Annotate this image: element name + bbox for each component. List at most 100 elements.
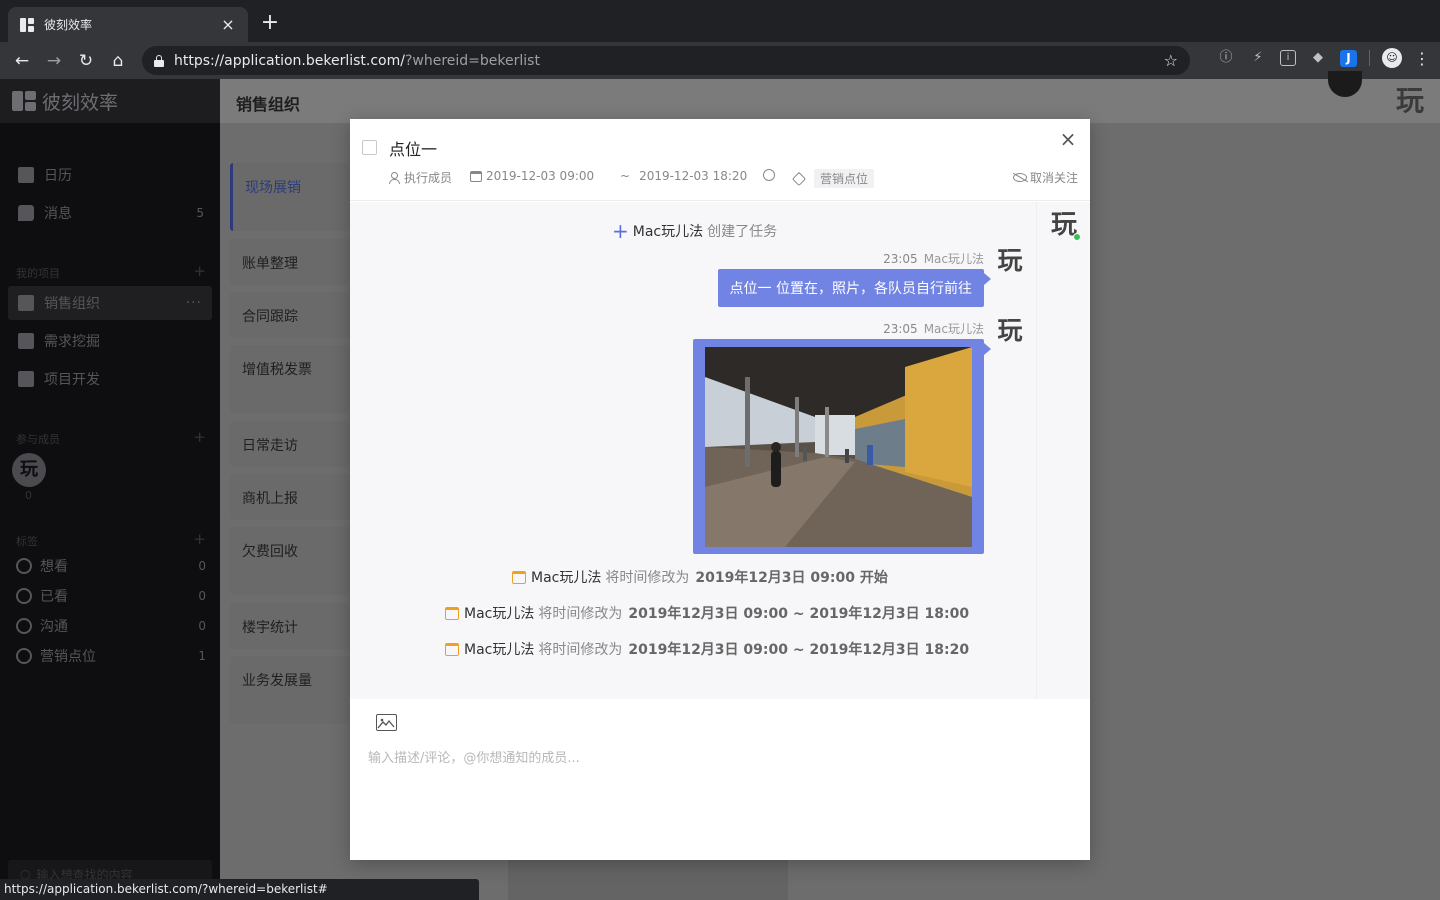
- tag-badge: 营销点位: [814, 169, 875, 188]
- group-card[interactable]: 业务发展量: [230, 656, 360, 724]
- task-header: 点位一 × 执行成员 2019-12-03 09:00 ~ 2019-12-03…: [350, 119, 1090, 201]
- j-extension-icon[interactable]: J: [1340, 49, 1357, 67]
- address-bar[interactable]: https://application.bekerlist.com/?where…: [142, 46, 1190, 75]
- bookmark-star-icon[interactable]: ☆: [1164, 51, 1178, 70]
- tag-item[interactable]: 沟通 0: [16, 613, 206, 639]
- home-icon[interactable]: ⌂: [102, 45, 134, 77]
- message-meta: 23:05 Mac玩儿法: [883, 322, 984, 336]
- message-bubble: 点位一 位置在，照片，各队员自行前往: [717, 269, 992, 307]
- reminder-button[interactable]: [763, 169, 775, 181]
- calendar-icon: [18, 167, 34, 183]
- menu-icon[interactable]: ⋮: [1414, 49, 1430, 68]
- tag-field[interactable]: 营销点位: [791, 169, 875, 188]
- sidebar-item-label: 项目开发: [44, 372, 100, 388]
- message-avatar[interactable]: 玩: [993, 314, 1027, 348]
- tag-circle-icon: [16, 558, 32, 574]
- member-count: 0: [25, 489, 32, 502]
- group-card[interactable]: 合同跟踪: [230, 292, 360, 338]
- new-tab-button[interactable]: +: [258, 11, 282, 35]
- projects-section-label: 我的项目 +: [16, 262, 206, 280]
- add-tag-button[interactable]: +: [193, 530, 206, 548]
- assignee-field[interactable]: 执行成员: [389, 169, 452, 186]
- group-card[interactable]: 商机上报: [230, 474, 360, 520]
- group-card[interactable]: 增值税发票: [230, 345, 360, 413]
- logo-text: 彼刻效率: [42, 91, 119, 114]
- profile-icon[interactable]: ☺: [1382, 48, 1402, 68]
- project-icon: [18, 371, 34, 387]
- sidebar-item-label: 日历: [44, 168, 72, 184]
- extension-icon[interactable]: i: [1280, 50, 1296, 66]
- tags-section-label: 标签 +: [16, 530, 206, 548]
- add-project-button[interactable]: +: [193, 262, 206, 280]
- sidebar-item-demand-mining[interactable]: 需求挖掘: [8, 324, 212, 358]
- tag-count: 0: [198, 559, 206, 573]
- group-card[interactable]: 现场展销: [230, 163, 360, 231]
- member-avatar[interactable]: 玩: [12, 453, 46, 487]
- tag-icon: [791, 171, 807, 186]
- task-detail-modal: 点位一 × 执行成员 2019-12-03 09:00 ~ 2019-12-03…: [350, 119, 1090, 860]
- image-message[interactable]: [693, 339, 991, 554]
- close-icon[interactable]: ×: [1058, 129, 1078, 149]
- url-text[interactable]: https://application.bekerlist.com/?where…: [174, 53, 1164, 69]
- header-avatar[interactable]: 玩: [1392, 83, 1428, 119]
- tag-label: 营销点位: [40, 649, 96, 665]
- walkway-photo[interactable]: [705, 347, 972, 547]
- sidebar-item-messages[interactable]: 日历 消息 5: [8, 196, 212, 230]
- browser-toolbar: ← → ↻ ⌂ https://application.bekerlist.co…: [0, 42, 1440, 79]
- header-avatar-dark[interactable]: [1328, 71, 1362, 97]
- tag-count: 1: [198, 649, 206, 663]
- sidebar-item-sales-org[interactable]: 销售组织 ···: [8, 286, 212, 320]
- tag-circle-icon: [16, 588, 32, 604]
- calendar-icon: [512, 570, 526, 584]
- project-icon: [18, 295, 34, 311]
- message-count: 5: [196, 206, 204, 220]
- toolbar-divider: [1369, 50, 1370, 66]
- chat-icon: [18, 205, 34, 221]
- activity-time-change: Mac玩儿法 将时间修改为 2019年12月3日 09:00 开始: [512, 567, 888, 587]
- activity-panel: + Mac玩儿法 创建了任务 23:05 Mac玩儿法 玩 点位一 位置在，照片…: [350, 202, 1090, 699]
- calendar-icon: [470, 170, 482, 182]
- tag-circle-icon: [16, 618, 32, 634]
- page-title: 销售组织: [236, 95, 301, 114]
- tag-item[interactable]: 营销点位 1: [16, 643, 206, 669]
- add-member-button[interactable]: +: [193, 428, 206, 446]
- link-status-bar: https://application.bekerlist.com/?where…: [0, 879, 479, 900]
- comment-input[interactable]: [368, 746, 1068, 770]
- task-title[interactable]: 点位一: [389, 136, 437, 160]
- sidebar-item-project-dev[interactable]: 项目开发: [8, 362, 212, 396]
- reload-icon[interactable]: ↻: [70, 45, 102, 77]
- unfollow-button[interactable]: 取消关注: [1012, 169, 1078, 186]
- back-icon[interactable]: ←: [6, 45, 38, 77]
- tag-item[interactable]: 想看 0: [16, 553, 206, 579]
- tag-label: 想看: [40, 559, 68, 575]
- project-icon: [18, 333, 34, 349]
- tag-count: 0: [198, 619, 206, 633]
- message-avatar[interactable]: 玩: [993, 244, 1027, 278]
- info-icon[interactable]: ⓘ: [1216, 48, 1236, 68]
- shield-icon[interactable]: ◆: [1308, 48, 1328, 68]
- group-card[interactable]: 欠费回收: [230, 527, 360, 595]
- sidebar-item-calendar[interactable]: 日历: [8, 158, 212, 192]
- project-more-button[interactable]: ···: [186, 295, 202, 311]
- tag-item[interactable]: 已看 0: [16, 583, 206, 609]
- online-status-icon: [1073, 233, 1081, 241]
- forward-icon[interactable]: →: [38, 45, 70, 77]
- start-time-field[interactable]: 2019-12-03 09:00: [470, 169, 594, 183]
- comment-composer: [350, 699, 1090, 860]
- image-upload-icon[interactable]: [376, 714, 397, 731]
- tag-count: 0: [198, 589, 206, 603]
- members-section-label: 参与成员 +: [16, 428, 206, 446]
- tag-circle-icon: [16, 648, 32, 664]
- end-time-field[interactable]: ~ 2019-12-03 18:20: [620, 169, 747, 183]
- browser-tab-bar: 彼刻效率 × +: [0, 0, 1440, 42]
- task-complete-checkbox[interactable]: [362, 140, 377, 155]
- browser-tab[interactable]: 彼刻效率 ×: [8, 7, 248, 42]
- group-card[interactable]: 账单整理: [230, 239, 360, 285]
- tab-close-icon[interactable]: ×: [220, 15, 236, 34]
- bolt-icon[interactable]: ⚡: [1248, 48, 1268, 68]
- lock-icon[interactable]: [154, 54, 164, 67]
- activity-feed: + Mac玩儿法 创建了任务 23:05 Mac玩儿法 玩 点位一 位置在，照片…: [350, 202, 1036, 699]
- group-card[interactable]: 楼宇统计: [230, 603, 360, 649]
- sidebar-item-label: 销售组织: [44, 296, 100, 312]
- group-card[interactable]: 日常走访: [230, 421, 360, 467]
